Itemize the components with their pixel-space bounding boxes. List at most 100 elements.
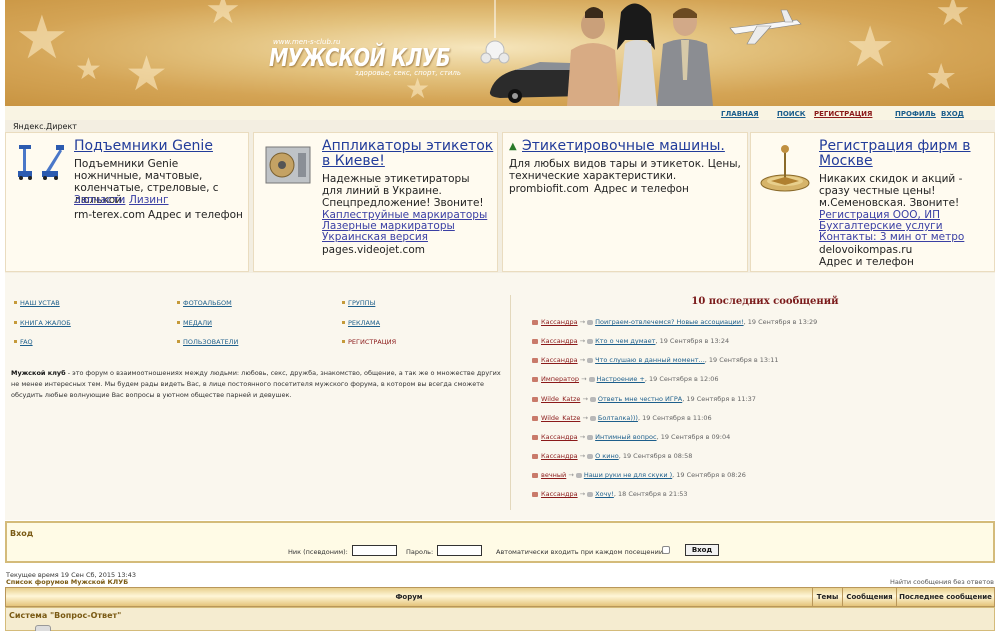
ad-sublink[interactable]: Контакты: 3 мин от метро xyxy=(819,232,964,243)
post-author-link[interactable]: Кассандра xyxy=(541,433,578,441)
speech-bubble-icon xyxy=(587,319,594,325)
about-text: - это форум о взаимоотношениях между люд… xyxy=(11,369,501,399)
post-topic-link[interactable]: Болталка))) xyxy=(598,414,638,422)
post-topic-link[interactable]: О кино xyxy=(595,452,619,460)
forum-category-row: Система "Вопрос-Ответ" xyxy=(5,607,995,631)
bullet-icon xyxy=(342,321,345,324)
ad-title[interactable]: Подъемники Genie xyxy=(74,139,213,154)
menu-link-users[interactable]: ПОЛЬЗОВАТЕЛИ xyxy=(183,338,238,346)
site-header-banner: ★ ★ ★ ★ ★ ★ ★ ★ www.men-s-club.ru МУЖСКО… xyxy=(5,0,995,106)
menu-link-rules[interactable]: НАШ УСТАВ xyxy=(20,299,60,307)
post-author-link[interactable]: Кассандра xyxy=(541,318,578,326)
post-icon xyxy=(532,319,538,325)
post-topic-link[interactable]: Хочу! xyxy=(595,490,614,498)
post-author-link[interactable]: Wilde_Katze xyxy=(541,414,580,422)
recent-post-row: Император → Настроение +, 19 Сентября в 1… xyxy=(532,375,719,385)
speech-bubble-icon xyxy=(587,491,594,497)
login-title: Вход xyxy=(10,529,34,538)
password-input[interactable] xyxy=(437,545,482,556)
post-author-link[interactable]: Кассандра xyxy=(541,452,578,460)
recent-post-row: Wilde_Katze → Болталка))), 19 Сентября в … xyxy=(532,414,712,424)
speech-bubble-icon xyxy=(587,357,594,363)
speech-bubble-icon xyxy=(589,415,596,421)
password-label: Пароль: xyxy=(406,548,434,556)
ad-title[interactable]: Регистрация фирм в Москве xyxy=(819,139,989,169)
column-forum: Форум xyxy=(395,593,423,601)
post-topic-link[interactable]: Что слушаю в данный момент... xyxy=(595,356,705,364)
ad-address-link[interactable]: Адрес и телефон xyxy=(594,183,689,195)
post-author-link[interactable]: Кассандра xyxy=(541,356,578,364)
arrow-icon: → xyxy=(582,414,588,422)
category-title[interactable]: Система "Вопрос-Ответ" xyxy=(9,611,121,620)
post-author-link[interactable]: вечный xyxy=(541,471,566,479)
ads-label[interactable]: Яндекс.Директ xyxy=(13,122,77,131)
menu-link-faq[interactable]: FAQ xyxy=(20,338,33,346)
post-date: , 19 Сентября в 11:37 xyxy=(682,395,756,403)
nav-index-link[interactable]: ГЛАВНАЯ xyxy=(721,110,759,118)
models-car-plane-illustration xyxy=(489,3,802,106)
post-author-link[interactable]: Wilde_Katze xyxy=(541,395,580,403)
post-author-link[interactable]: Кассандра xyxy=(541,337,578,345)
recent-post-row: Кассандра → Кто о чем думает, 19 Сентября… xyxy=(532,337,729,347)
arrow-icon: → xyxy=(568,471,574,479)
ad-text: Для любых видов тары и этикеток. Цены, т… xyxy=(509,158,741,182)
nav-login-link[interactable]: ВХОД xyxy=(941,110,964,118)
ad-address-link[interactable]: Адрес и телефон xyxy=(819,256,914,268)
post-icon xyxy=(532,376,538,382)
post-topic-link[interactable]: Интимный вопрос xyxy=(595,433,656,441)
ad-title[interactable]: Этикетировочные машины. xyxy=(522,139,725,154)
unanswered-posts-link[interactable]: Найти сообщения без ответов xyxy=(890,578,994,586)
menu-link-complaints[interactable]: КНИГА ЖАЛОБ xyxy=(20,319,71,327)
panel-divider xyxy=(510,295,511,510)
ad-domain[interactable]: prombiofit.com xyxy=(509,183,589,195)
post-topic-link[interactable]: Кто о чем думает xyxy=(595,337,655,345)
forum-index-link[interactable]: Список форумов Мужской КЛУБ xyxy=(6,578,128,586)
ad-domain[interactable]: pages.videojet.com xyxy=(322,244,425,256)
speech-bubble-icon xyxy=(588,376,595,382)
nick-label: Ник (псевдоним): xyxy=(288,548,348,556)
ad-title[interactable]: Аппликаторы этикеток в Киеве! xyxy=(322,139,494,169)
bullet-icon xyxy=(14,301,17,304)
yandex-direct-ads: Яндекс.Директ Подъемники Genie Подъемник… xyxy=(5,120,995,273)
arrow-icon: → xyxy=(579,490,586,498)
ad-domain[interactable]: delovoikompas.ru xyxy=(819,244,912,256)
post-topic-link[interactable]: Наши руки не для скуки ) xyxy=(584,471,672,479)
menu-link-advertising[interactable]: РЕКЛАМА xyxy=(348,319,380,327)
recent-post-row: вечный → Наши руки не для скуки ), 19 Сен… xyxy=(532,471,746,481)
post-topic-link[interactable]: Ответь мне честно ИГРА xyxy=(598,395,682,403)
ad-sublink[interactable]: Лизинг xyxy=(129,195,169,206)
ad-domain[interactable]: rm-terex.com xyxy=(74,209,145,221)
speech-bubble-icon xyxy=(589,396,596,402)
bullet-icon xyxy=(342,340,345,343)
menu-link-photoalbum[interactable]: ФОТОАЛЬБОМ xyxy=(183,299,232,307)
site-logo-title[interactable]: МУЖСКОЙ КЛУБ xyxy=(269,43,451,72)
post-date: , 19 Сентября в 11:06 xyxy=(637,414,712,422)
collapse-toggle-icon[interactable] xyxy=(35,625,51,631)
nav-profile-link[interactable]: ПРОФИЛЬ xyxy=(895,110,936,118)
menu-link-groups[interactable]: ГРУППЫ xyxy=(348,299,375,307)
speech-bubble-icon xyxy=(575,472,582,478)
login-button[interactable]: Вход xyxy=(685,544,719,556)
post-author-link[interactable]: Кассандра xyxy=(541,490,578,498)
post-topic-link[interactable]: Поиграем-отвлечемся? Новые ассоциации! xyxy=(595,318,743,326)
recent-post-row: Wilde_Katze → Ответь мне честно ИГРА, 19 … xyxy=(532,395,756,405)
forum-table-header: Форум Темы Сообщения Последнее сообщение xyxy=(5,587,995,607)
recent-post-row: Кассандра → Что слушаю в данный момент...… xyxy=(532,356,778,366)
ad-sublink[interactable]: Запчасти xyxy=(74,195,125,206)
column-last-post: Последнее сообщение xyxy=(896,588,994,606)
post-author-link[interactable]: Император xyxy=(541,375,579,383)
ad-sublink[interactable]: Украинская версия xyxy=(322,232,428,243)
arrow-icon: → xyxy=(579,337,586,345)
post-topic-link[interactable]: Настроение + xyxy=(597,375,645,383)
menu-link-medals[interactable]: МЕДАЛИ xyxy=(183,319,212,327)
ad-address-link[interactable]: Адрес и телефон xyxy=(148,209,243,221)
nick-input[interactable] xyxy=(352,545,397,556)
nav-register-link[interactable]: РЕГИСТРАЦИЯ xyxy=(814,110,872,118)
post-date: , 19 Сентября в 13:29 xyxy=(743,318,818,326)
recent-post-row: Кассандра → Хочу!, 18 Сентября в 21:53 xyxy=(532,490,688,500)
auto-login-checkbox[interactable] xyxy=(662,546,670,554)
nav-search-link[interactable]: ПОИСК xyxy=(777,110,806,118)
post-icon xyxy=(532,415,538,421)
menu-link-register[interactable]: РЕГИСТРАЦИЯ xyxy=(348,338,396,346)
bullet-icon xyxy=(14,321,17,324)
